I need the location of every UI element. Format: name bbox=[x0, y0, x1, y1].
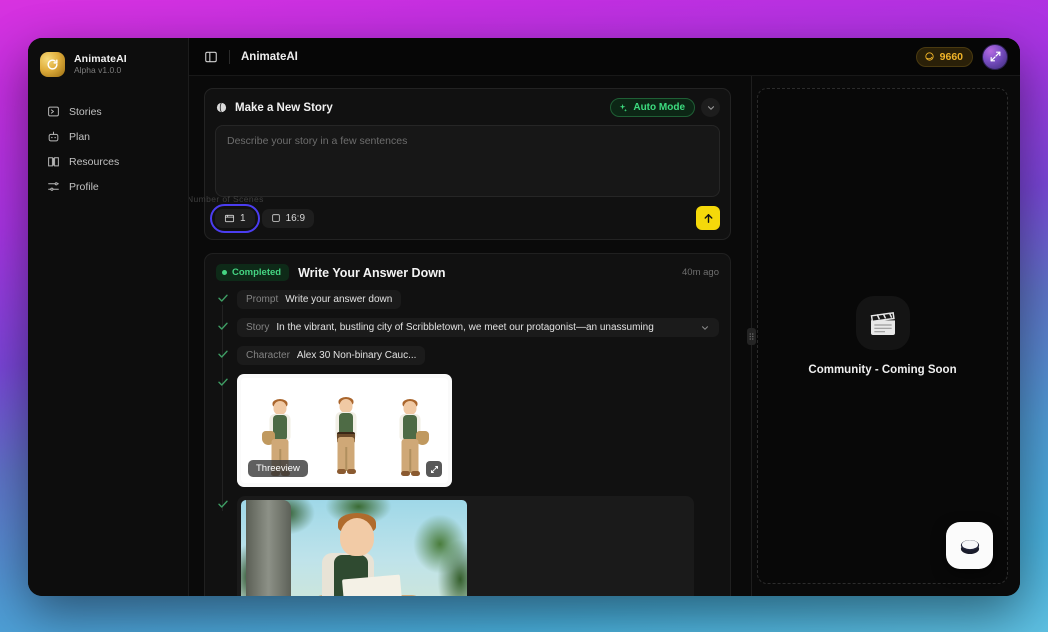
step-chip[interactable]: Character Alex 30 Non-binary Cauc... bbox=[237, 346, 426, 365]
main-column: AnimateAI 9660 Make a New Story Auto Mod… bbox=[189, 38, 1020, 596]
clapperboard-icon bbox=[855, 296, 910, 350]
step-label: Prompt bbox=[246, 294, 279, 305]
new-story-card: Make a New Story Auto Mode Describe your… bbox=[189, 88, 731, 240]
step-value: In the vibrant, bustling city of Scribbl… bbox=[276, 322, 654, 333]
frame-icon bbox=[271, 214, 280, 222]
story-step-character: Character Alex 30 Non-binary Cauc... bbox=[216, 346, 719, 389]
status-badge: Completed bbox=[216, 264, 290, 281]
sphere-icon bbox=[216, 102, 227, 113]
brand-name: AnimateAI bbox=[74, 53, 127, 66]
film-icon bbox=[224, 214, 235, 222]
scene-card[interactable] bbox=[237, 496, 694, 596]
panel-resize-handle[interactable] bbox=[746, 76, 757, 596]
app-window: AnimateAI Alpha v1.0.0 Stories Plan Reso… bbox=[28, 38, 1020, 596]
sidebar-item-resources[interactable]: Resources bbox=[34, 149, 182, 174]
coin-icon bbox=[925, 52, 934, 61]
check-icon bbox=[216, 497, 230, 511]
sparkle-icon bbox=[620, 103, 628, 112]
status-dot-icon bbox=[222, 270, 227, 275]
expand-icon[interactable] bbox=[426, 461, 442, 477]
topbar: AnimateAI 9660 bbox=[189, 38, 1020, 76]
community-pane: Community - Coming Soon bbox=[757, 88, 1008, 584]
sidebar-item-label: Profile bbox=[69, 180, 99, 193]
check-icon bbox=[216, 291, 230, 305]
robot-icon bbox=[47, 130, 60, 143]
story-input-wrapper bbox=[215, 125, 720, 197]
auto-mode-label: Auto Mode bbox=[633, 102, 685, 113]
step-connector bbox=[222, 389, 223, 511]
new-story-title: Make a New Story bbox=[235, 101, 333, 114]
completed-story-card: Completed Write Your Answer Down 40m ago bbox=[204, 253, 731, 596]
credits-value: 9660 bbox=[939, 50, 963, 63]
panel-left-icon[interactable] bbox=[202, 48, 220, 66]
send-story-button[interactable] bbox=[696, 206, 720, 230]
story-step-threeview: Threeview bbox=[216, 374, 719, 511]
grip-icon bbox=[747, 327, 756, 345]
credits-badge[interactable]: 9660 bbox=[915, 46, 973, 67]
media-tag: Threeview bbox=[248, 460, 308, 477]
button-puck-icon bbox=[960, 539, 979, 554]
sliders-icon bbox=[47, 180, 60, 193]
body-split: Make a New Story Auto Mode Describe your… bbox=[189, 76, 1020, 596]
step-label: Character bbox=[246, 350, 290, 361]
stories-pane: Make a New Story Auto Mode Describe your… bbox=[189, 76, 746, 596]
auto-mode-toggle[interactable]: Auto Mode bbox=[610, 98, 695, 117]
story-step-scene bbox=[216, 496, 719, 596]
page-title: AnimateAI bbox=[241, 50, 298, 63]
new-story-footer: Number of Scenes 1 16:9 bbox=[189, 194, 720, 233]
threeview-canvas: Threeview bbox=[241, 378, 448, 483]
book-icon bbox=[47, 155, 60, 168]
sidebar-item-label: Plan bbox=[69, 130, 91, 143]
avatar[interactable] bbox=[982, 43, 1008, 70]
sidebar-item-stories[interactable]: Stories bbox=[34, 99, 182, 124]
topbar-actions: 9660 bbox=[915, 43, 1008, 70]
community-status-text: Community - Coming Soon bbox=[808, 364, 957, 376]
brand-version: Alpha v1.0.0 bbox=[74, 65, 122, 76]
story-step-prompt: Prompt Write your answer down bbox=[216, 290, 719, 333]
scene-image bbox=[241, 500, 467, 596]
sidebar-item-profile[interactable]: Profile bbox=[34, 174, 182, 199]
new-story-header: Make a New Story Auto Mode bbox=[215, 98, 720, 117]
threeview-image[interactable]: Threeview bbox=[237, 374, 452, 487]
check-icon bbox=[216, 319, 230, 333]
topbar-divider bbox=[229, 49, 230, 64]
step-value: Write your answer down bbox=[285, 294, 393, 305]
sidebar-item-plan[interactable]: Plan bbox=[34, 124, 182, 149]
scenes-tooltip: Number of Scenes bbox=[189, 194, 264, 204]
story-timestamp: 40m ago bbox=[682, 267, 719, 278]
chevron-down-icon[interactable] bbox=[700, 323, 710, 333]
refresh-logo-icon bbox=[40, 52, 65, 77]
aspect-ratio-value: 16:9 bbox=[285, 212, 306, 224]
step-label: Story bbox=[246, 322, 270, 333]
assistant-fab-button[interactable] bbox=[946, 522, 993, 569]
step-chip[interactable]: Prompt Write your answer down bbox=[237, 290, 402, 309]
arrow-up-icon bbox=[704, 213, 712, 223]
sidebar-nav: Stories Plan Resources Profile bbox=[28, 99, 188, 199]
step-chip[interactable]: Story In the vibrant, bustling city of S… bbox=[237, 318, 719, 337]
sidebar: AnimateAI Alpha v1.0.0 Stories Plan Reso… bbox=[28, 38, 189, 596]
scene-count-value: 1 bbox=[240, 212, 246, 224]
expand-arrows-icon bbox=[990, 51, 1000, 62]
step-value: Alex 30 Non-binary Cauc... bbox=[296, 350, 417, 361]
sidebar-item-label: Resources bbox=[69, 155, 120, 168]
story-step-story: Story In the vibrant, bustling city of S… bbox=[216, 318, 719, 361]
chevron-down-icon[interactable] bbox=[701, 98, 720, 117]
stories-icon bbox=[47, 105, 60, 118]
aspect-ratio-selector[interactable]: 16:9 bbox=[261, 208, 315, 228]
sidebar-item-label: Stories bbox=[69, 105, 102, 118]
completed-story-header: Completed Write Your Answer Down 40m ago bbox=[216, 264, 719, 281]
status-label: Completed bbox=[232, 267, 282, 278]
brand[interactable]: AnimateAI Alpha v1.0.0 bbox=[28, 50, 188, 77]
story-description-input[interactable] bbox=[227, 135, 708, 187]
check-icon bbox=[216, 375, 230, 389]
check-icon bbox=[216, 347, 230, 361]
story-title: Write Your Answer Down bbox=[298, 265, 446, 280]
scene-count-selector[interactable]: 1 bbox=[210, 203, 260, 233]
